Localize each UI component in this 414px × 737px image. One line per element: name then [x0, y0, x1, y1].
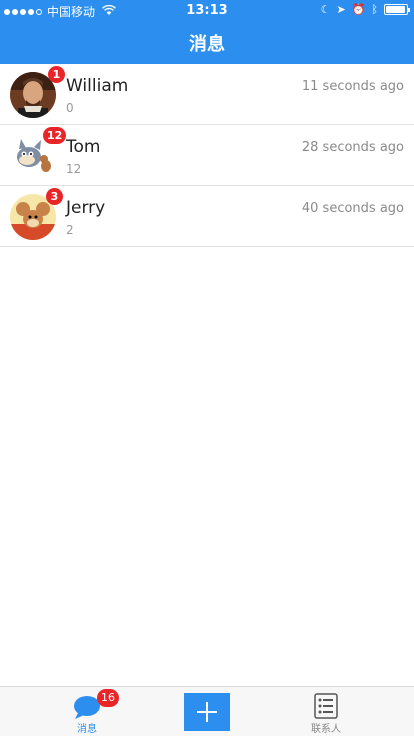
unread-badge: 3 [46, 188, 63, 205]
alarm-icon: ⏰ [351, 3, 366, 16]
tab-unread-badge: 16 [97, 689, 119, 707]
unread-badge: 12 [43, 127, 67, 144]
contact-name: Jerry [66, 198, 106, 218]
conversation-list: 1 William 0 11 seconds ago 12 Tom 12 28 … [0, 64, 414, 247]
location-icon: ➤ [336, 3, 346, 16]
conversation-item-jerry[interactable]: 3 Jerry 2 40 seconds ago [0, 186, 414, 247]
moon-icon: ☾ [320, 3, 331, 16]
message-time: 40 seconds ago [301, 201, 404, 216]
tab-messages-label: 消息 [77, 724, 97, 735]
unread-badge: 1 [48, 66, 65, 83]
conversation-item-william[interactable]: 1 William 0 11 seconds ago [0, 64, 414, 125]
status-right: ☾ ➤ ⏰ ᛒ [320, 3, 410, 16]
add-button[interactable] [184, 693, 230, 731]
conversation-item-tom[interactable]: 12 Tom 12 28 seconds ago [0, 125, 414, 186]
battery-icon [384, 4, 410, 15]
status-bar: 中国移动 13:13 ☾ ➤ ⏰ ᛒ [0, 0, 414, 20]
message-time: 28 seconds ago [301, 140, 404, 155]
contacts-list-icon [314, 693, 338, 723]
tab-messages[interactable]: 16 消息 [57, 687, 119, 737]
tab-contacts[interactable]: 联系人 [296, 687, 356, 737]
bluetooth-icon: ᛒ [371, 3, 378, 16]
tab-contacts-label: 联系人 [311, 724, 341, 735]
plus-icon [196, 701, 218, 727]
app-header: 中国移动 13:13 ☾ ➤ ⏰ ᛒ 消息 [0, 0, 414, 64]
contact-name: Tom [66, 137, 101, 157]
message-preview: 12 [66, 162, 82, 176]
message-time: 11 seconds ago [301, 79, 404, 94]
message-preview: 0 [66, 101, 74, 115]
contact-name: William [66, 76, 129, 96]
message-preview: 2 [66, 223, 74, 237]
tab-bar: 16 消息 联系人 [0, 686, 414, 736]
page-title: 消息 [189, 34, 225, 55]
